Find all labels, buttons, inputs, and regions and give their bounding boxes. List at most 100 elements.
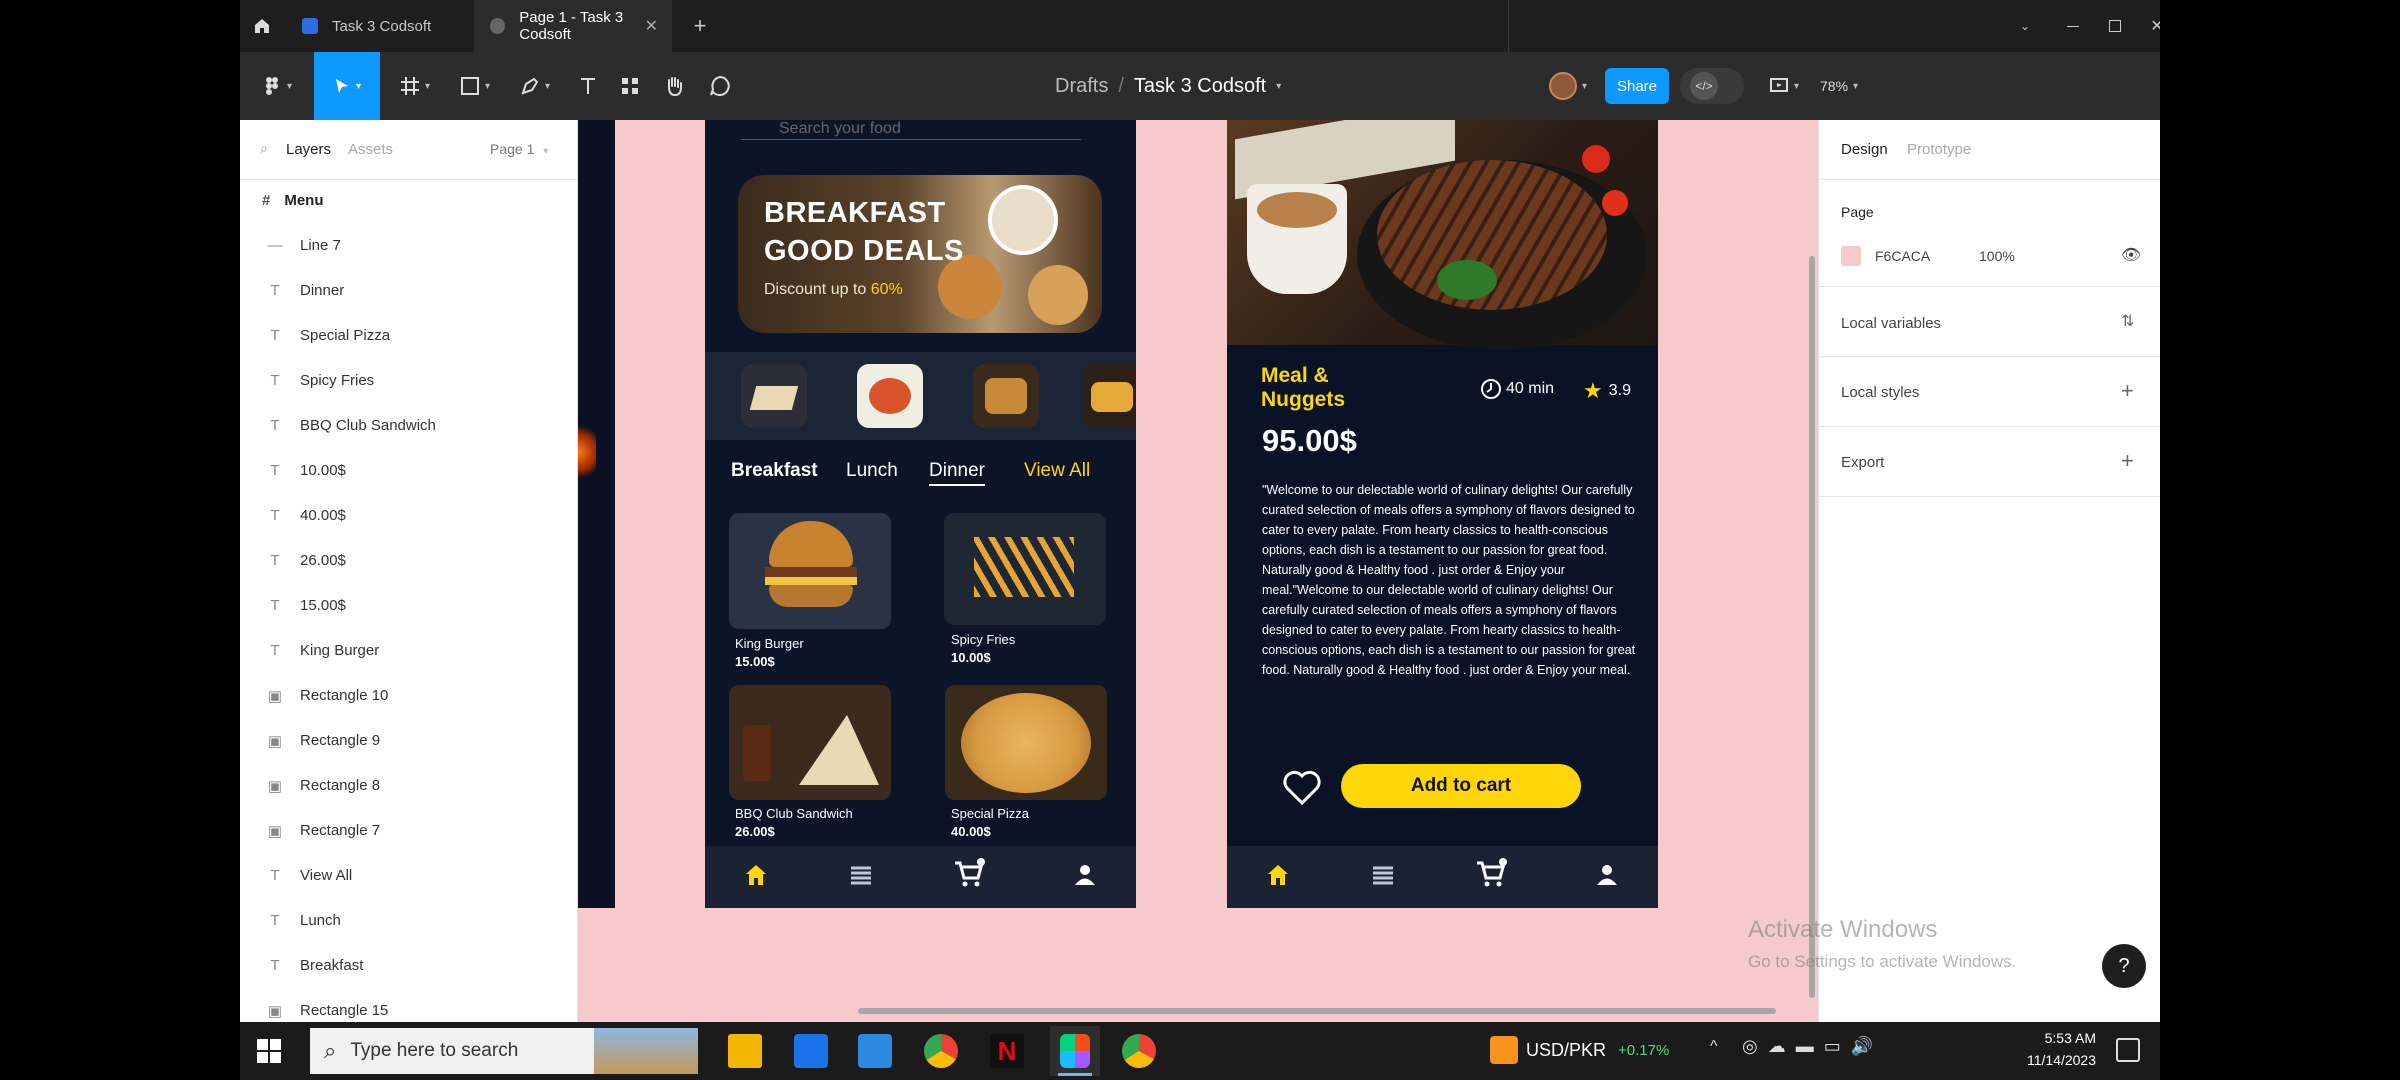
tab-design[interactable]: Design bbox=[1841, 141, 1888, 158]
chevron-down-icon[interactable]: ▾ bbox=[1276, 81, 1281, 92]
view-all-link[interactable]: View All bbox=[1024, 460, 1090, 482]
move-tool-button[interactable]: ▾ bbox=[314, 52, 380, 120]
start-button[interactable] bbox=[254, 1036, 284, 1066]
food-image-special-pizza[interactable] bbox=[945, 685, 1107, 800]
tab-breakfast[interactable]: Breakfast bbox=[731, 460, 818, 482]
profile-icon[interactable] bbox=[1594, 862, 1620, 888]
food-image-king-burger[interactable] bbox=[729, 513, 891, 629]
new-tab-button[interactable]: + bbox=[680, 0, 720, 52]
close-tab-icon[interactable]: ✕ bbox=[645, 16, 658, 36]
currency-label[interactable]: USD/PKR bbox=[1526, 1040, 1606, 1061]
chrome-profile-taskbar-button[interactable] bbox=[1114, 1026, 1164, 1076]
layer-root-frame[interactable]: # Menu bbox=[262, 192, 324, 209]
frame-tool-button[interactable]: ▾ bbox=[390, 52, 440, 120]
hand-tool-button[interactable] bbox=[654, 52, 694, 120]
category-thumb[interactable] bbox=[973, 364, 1039, 428]
add-to-cart-button[interactable]: Add to cart bbox=[1341, 764, 1581, 808]
cart-icon[interactable] bbox=[1475, 858, 1509, 888]
text-tool-button[interactable] bbox=[570, 52, 606, 120]
food-image-spicy-fries[interactable] bbox=[944, 513, 1106, 625]
main-menu-button[interactable]: ▾ bbox=[252, 52, 304, 120]
export-section[interactable]: Export bbox=[1841, 454, 1884, 471]
profile-icon[interactable] bbox=[1072, 862, 1098, 888]
detail-screen-frame[interactable]: Meal & Nuggets 40 min ★ 3.9 95.00$ "Welc… bbox=[1227, 120, 1658, 908]
shape-tool-button[interactable]: ▾ bbox=[450, 52, 500, 120]
figma-taskbar-button[interactable] bbox=[1050, 1026, 1100, 1076]
taskbar-search[interactable]: ⌕ Type here to search bbox=[310, 1028, 698, 1074]
layer-item[interactable]: T BBQ Club Sandwich bbox=[270, 417, 436, 434]
eye-icon[interactable]: 👁 bbox=[2121, 245, 2141, 265]
layer-item[interactable]: T King Burger bbox=[270, 642, 379, 659]
home-icon[interactable] bbox=[1265, 862, 1291, 888]
layer-item[interactable]: T View All bbox=[270, 867, 352, 884]
layer-item[interactable]: ▣ Rectangle 7 bbox=[268, 822, 380, 840]
clock-time[interactable]: 5:53 AM bbox=[2018, 1030, 2096, 1046]
menu-list-icon[interactable] bbox=[848, 862, 874, 888]
layer-item[interactable]: ▣ Rectangle 15 bbox=[268, 1002, 389, 1020]
layer-item[interactable]: T 26.00$ bbox=[270, 552, 345, 569]
add-export-icon[interactable]: + bbox=[2121, 448, 2134, 474]
search-icon[interactable]: ⌕ bbox=[260, 140, 268, 157]
file-explorer-icon[interactable] bbox=[728, 1034, 762, 1068]
layer-item[interactable]: T 15.00$ bbox=[270, 597, 345, 614]
present-button[interactable]: ▾ bbox=[1760, 52, 1808, 120]
layer-item[interactable]: — Line 7 bbox=[268, 237, 341, 254]
zoom-menu[interactable]: 78% ▾ bbox=[1820, 52, 1858, 120]
tab-lunch[interactable]: Lunch bbox=[846, 460, 898, 482]
search-input[interactable]: Search your food bbox=[741, 120, 1081, 140]
pen-tool-button[interactable]: ▾ bbox=[510, 52, 560, 120]
chrome-icon[interactable] bbox=[924, 1034, 958, 1068]
chevron-up-icon[interactable]: ^ bbox=[1710, 1038, 1718, 1056]
layer-item[interactable]: T Breakfast bbox=[270, 957, 363, 974]
menu-screen-frame[interactable]: Search your food BREAKFAST GOOD DEALS Di… bbox=[705, 120, 1136, 908]
maximize-button[interactable] bbox=[2100, 0, 2130, 52]
add-style-icon[interactable]: + bbox=[2121, 378, 2134, 404]
layers-scrollbar[interactable] bbox=[565, 190, 571, 1010]
home-button[interactable] bbox=[240, 0, 284, 52]
canvas-vertical-scrollbar[interactable] bbox=[1809, 256, 1815, 998]
layer-item[interactable]: ▣ Rectangle 9 bbox=[268, 732, 380, 750]
tab-task3-codsoft[interactable]: Task 3 Codsoft bbox=[284, 0, 474, 52]
tab-layers[interactable]: Layers bbox=[286, 141, 331, 158]
local-styles-section[interactable]: Local styles bbox=[1841, 384, 1919, 401]
local-variables-section[interactable]: Local variables bbox=[1841, 315, 1941, 332]
mail-icon[interactable] bbox=[794, 1034, 828, 1068]
share-button[interactable]: Share bbox=[1605, 68, 1669, 104]
menu-list-icon[interactable] bbox=[1370, 862, 1396, 888]
category-thumb[interactable] bbox=[1083, 364, 1136, 428]
food-image-bbq-club-sandwich[interactable] bbox=[729, 685, 891, 800]
page-color-swatch[interactable] bbox=[1841, 246, 1861, 266]
category-thumb[interactable] bbox=[857, 364, 923, 428]
tab-dinner[interactable]: Dinner bbox=[929, 460, 985, 486]
layer-item[interactable]: T Special Pizza bbox=[270, 327, 390, 344]
layer-item[interactable]: T Spicy Fries bbox=[270, 372, 374, 389]
layer-item[interactable]: ▣ Rectangle 8 bbox=[268, 777, 380, 795]
tab-prototype[interactable]: Prototype bbox=[1907, 141, 1971, 158]
store-icon[interactable] bbox=[858, 1034, 892, 1068]
page-opacity[interactable]: 100% bbox=[1979, 248, 2015, 264]
canvas-horizontal-scrollbar[interactable] bbox=[858, 1008, 1776, 1014]
layer-item[interactable]: T 40.00$ bbox=[270, 507, 345, 524]
comment-tool-button[interactable] bbox=[700, 52, 740, 120]
tab-assets[interactable]: Assets bbox=[348, 141, 393, 158]
close-window-button[interactable]: ✕ bbox=[2142, 0, 2160, 52]
tab-page1[interactable]: Page 1 - Task 3 Codsoft ✕ bbox=[474, 0, 672, 52]
chevron-down-icon[interactable]: ⌄ bbox=[2010, 0, 2040, 52]
page-color-hex[interactable]: F6CACA bbox=[1875, 248, 1930, 264]
clock-date[interactable]: 11/14/2023 bbox=[2018, 1052, 2096, 1068]
resources-button[interactable] bbox=[612, 52, 648, 120]
layer-item[interactable]: T Lunch bbox=[270, 912, 340, 929]
help-button[interactable]: ? bbox=[2102, 944, 2146, 988]
dev-mode-toggle[interactable]: </> bbox=[1680, 68, 1744, 104]
cart-icon[interactable] bbox=[953, 858, 987, 888]
user-avatar-button[interactable]: ▾ bbox=[1540, 52, 1596, 120]
breadcrumb-current[interactable]: Task 3 Codsoft bbox=[1134, 75, 1266, 98]
heart-icon[interactable] bbox=[1282, 770, 1322, 806]
system-tray-icons[interactable]: ◎☁▬▭🔊 bbox=[1742, 1036, 1883, 1057]
netflix-icon[interactable]: N bbox=[990, 1034, 1024, 1068]
category-thumb[interactable] bbox=[741, 364, 807, 428]
design-canvas[interactable]: Search your food BREAKFAST GOOD DEALS Di… bbox=[578, 120, 1818, 1022]
notifications-icon[interactable] bbox=[2116, 1038, 2140, 1062]
home-icon[interactable] bbox=[743, 862, 769, 888]
breadcrumb-parent[interactable]: Drafts bbox=[1055, 75, 1108, 98]
